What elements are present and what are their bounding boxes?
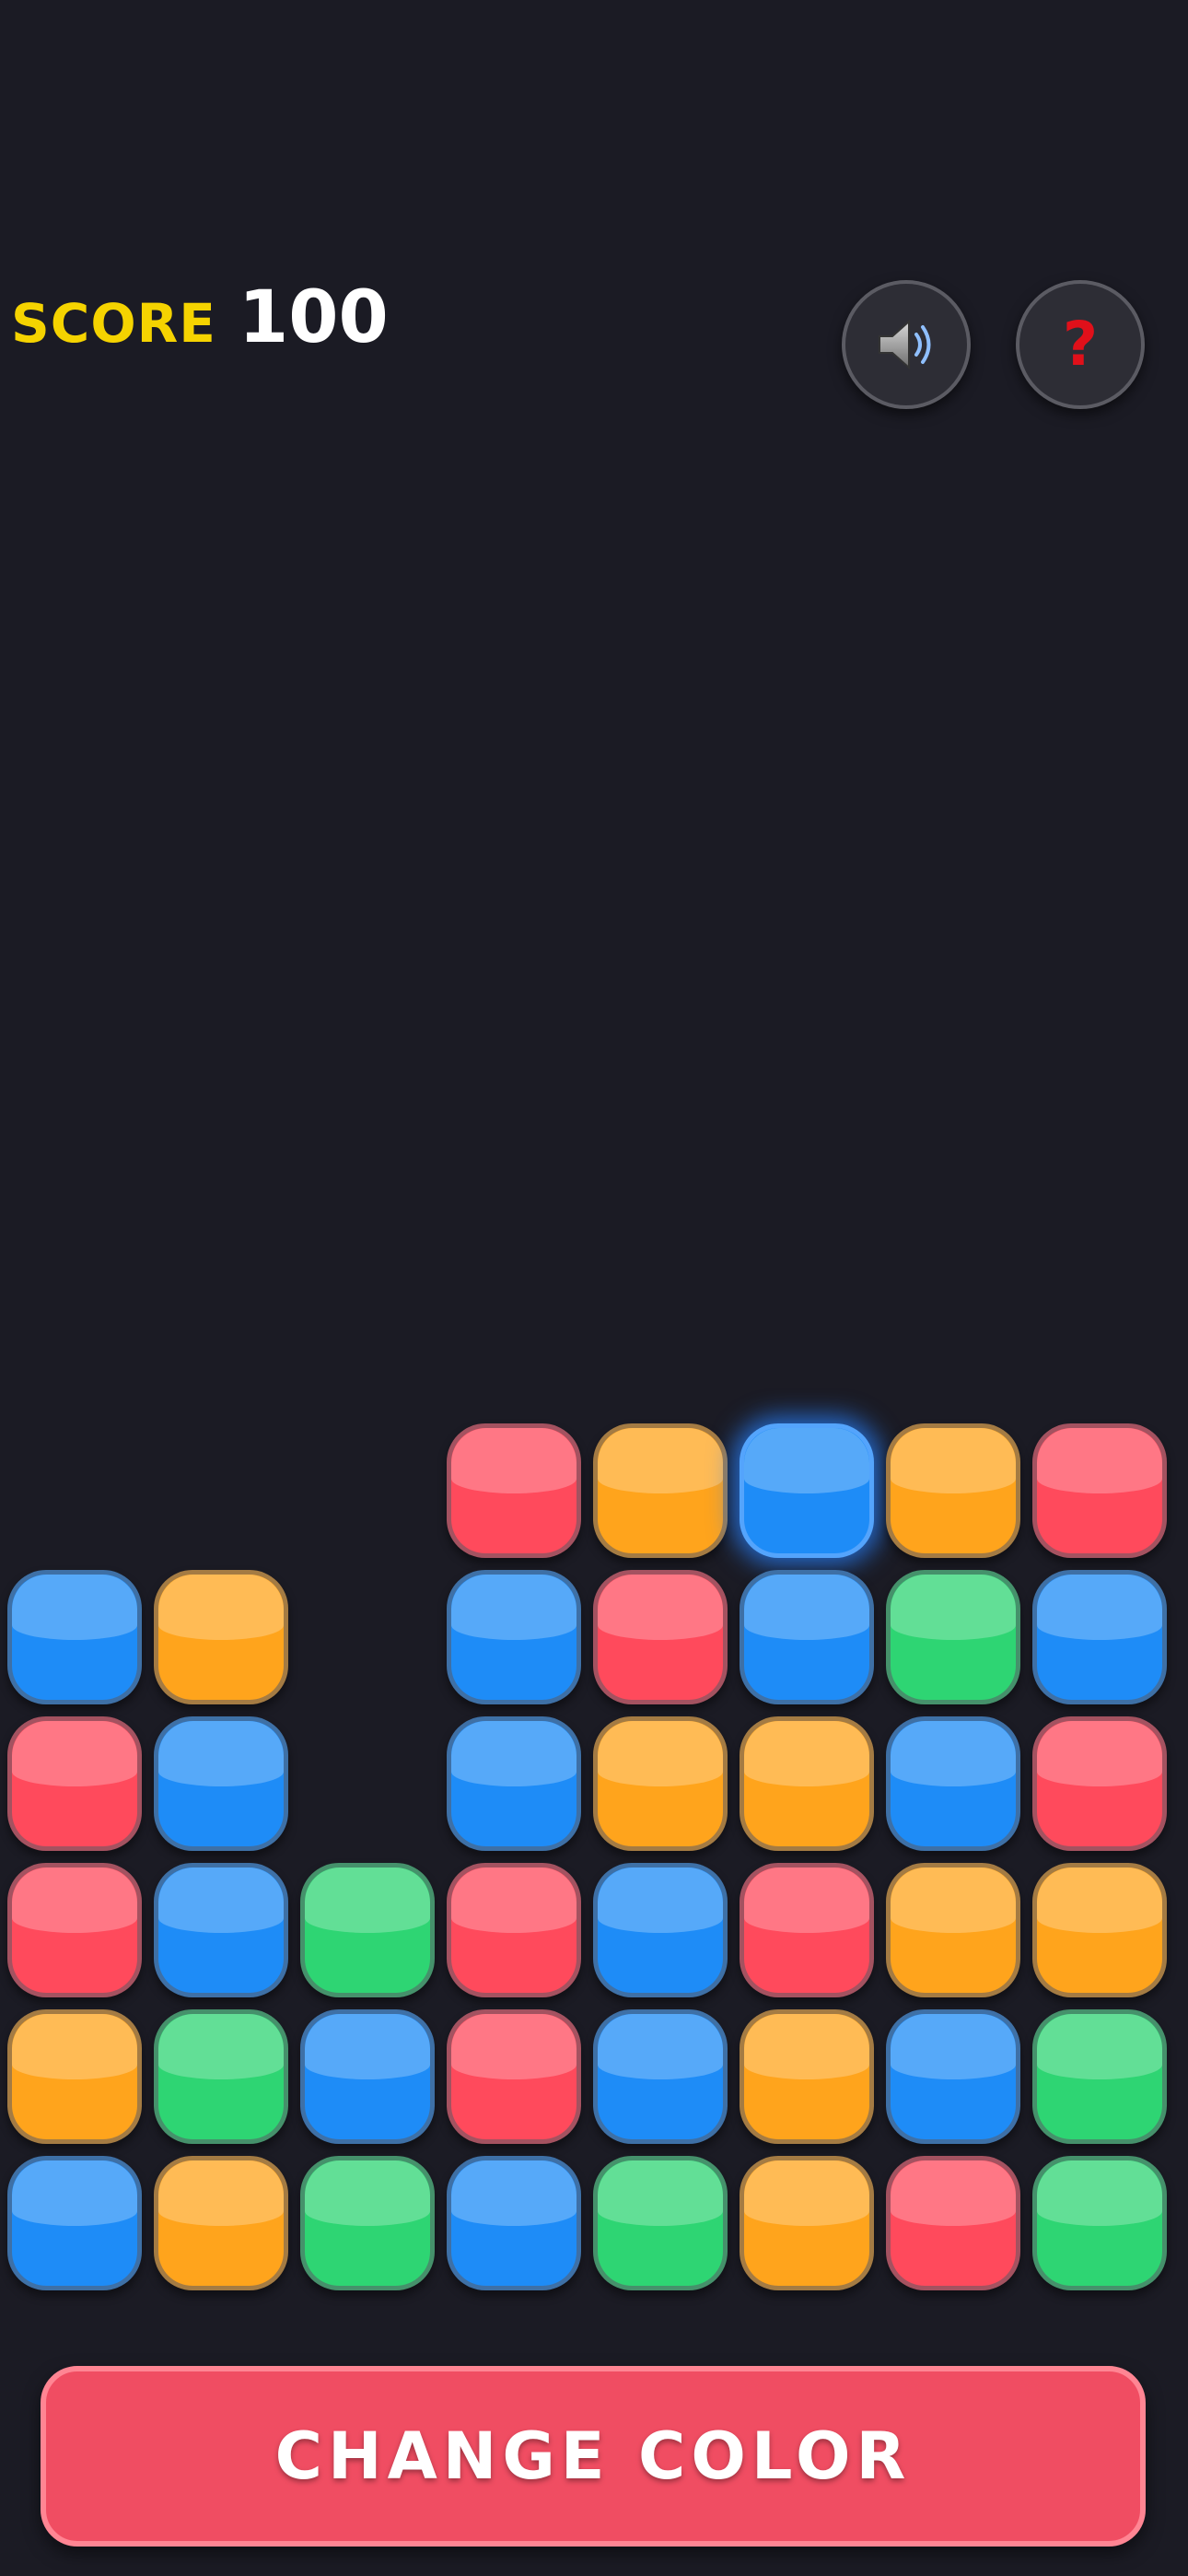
block-orange[interactable] — [740, 1716, 874, 1851]
block-blue[interactable] — [886, 1716, 1020, 1851]
block-orange[interactable] — [7, 2009, 142, 2144]
block-green[interactable] — [300, 2156, 435, 2290]
game-board — [0, 0, 1188, 2576]
block-blue[interactable] — [1032, 1570, 1167, 1704]
change-color-button[interactable]: CHANGE COLOR — [41, 2366, 1146, 2547]
block-orange[interactable] — [154, 2156, 288, 2290]
block-blue[interactable] — [447, 1570, 581, 1704]
block-orange[interactable] — [593, 1423, 728, 1558]
block-red[interactable] — [740, 1863, 874, 1997]
block-blue[interactable] — [7, 2156, 142, 2290]
block-blue[interactable] — [154, 1863, 288, 1997]
block-blue[interactable] — [447, 2156, 581, 2290]
block-orange[interactable] — [886, 1863, 1020, 1997]
block-blue[interactable] — [740, 1423, 874, 1558]
block-orange[interactable] — [886, 1423, 1020, 1558]
block-green[interactable] — [154, 2009, 288, 2144]
block-blue[interactable] — [740, 1570, 874, 1704]
block-blue[interactable] — [593, 1863, 728, 1997]
block-orange[interactable] — [154, 1570, 288, 1704]
block-green[interactable] — [593, 2156, 728, 2290]
block-green[interactable] — [300, 1863, 435, 1997]
block-red[interactable] — [447, 1863, 581, 1997]
block-red[interactable] — [593, 1570, 728, 1704]
block-blue[interactable] — [447, 1716, 581, 1851]
block-red[interactable] — [7, 1863, 142, 1997]
block-red[interactable] — [1032, 1716, 1167, 1851]
block-orange[interactable] — [740, 2156, 874, 2290]
block-blue[interactable] — [886, 2009, 1020, 2144]
block-orange[interactable] — [740, 2009, 874, 2144]
block-blue[interactable] — [593, 2009, 728, 2144]
block-green[interactable] — [1032, 2156, 1167, 2290]
block-red[interactable] — [1032, 1423, 1167, 1558]
change-color-label: CHANGE COLOR — [274, 2418, 912, 2494]
block-orange[interactable] — [1032, 1863, 1167, 1997]
block-green[interactable] — [1032, 2009, 1167, 2144]
block-red[interactable] — [447, 2009, 581, 2144]
block-orange[interactable] — [593, 1716, 728, 1851]
block-red[interactable] — [886, 2156, 1020, 2290]
block-red[interactable] — [7, 1716, 142, 1851]
block-blue[interactable] — [154, 1716, 288, 1851]
block-blue[interactable] — [300, 2009, 435, 2144]
block-blue[interactable] — [7, 1570, 142, 1704]
block-red[interactable] — [447, 1423, 581, 1558]
block-green[interactable] — [886, 1570, 1020, 1704]
